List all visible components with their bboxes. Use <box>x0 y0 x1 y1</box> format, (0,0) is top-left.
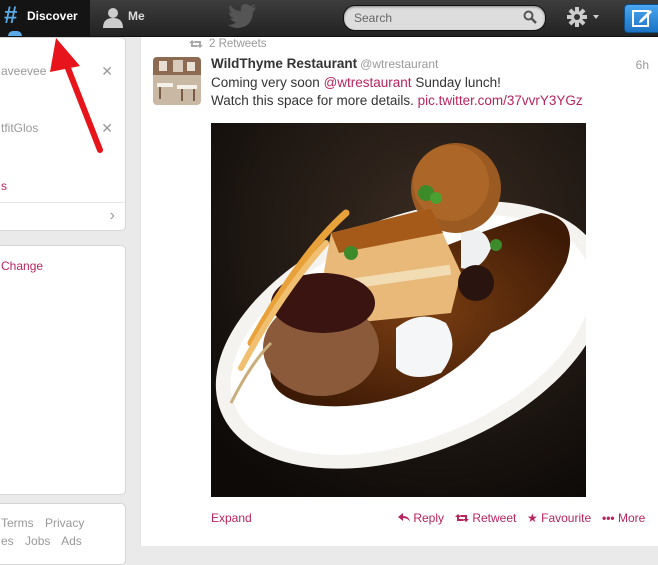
tweet-text-part: Coming very soon <box>211 75 324 90</box>
divider <box>0 202 125 203</box>
chevron-right-icon[interactable]: › <box>110 207 115 225</box>
tweet-timestamp[interactable]: 6h <box>636 58 649 72</box>
retweet-count[interactable]: 2 Retweets <box>209 38 267 50</box>
gear-icon[interactable] <box>566 6 602 28</box>
footer-card: Terms Privacy es Jobs Ads <box>0 503 126 565</box>
retweet-context: 2 Retweets <box>189 38 267 50</box>
tweet-stream: 2 Retweets WildThyme Restaurant @wtrestau… <box>140 37 658 546</box>
restaurant-interior-image <box>153 57 201 105</box>
reply-button[interactable]: Reply <box>398 511 444 525</box>
expand-link[interactable]: Expand <box>211 511 252 525</box>
footer-row: Terms Privacy <box>1 516 92 530</box>
pic-link[interactable]: pic.twitter.com/37vvrY3YGz <box>418 93 583 108</box>
more-label: More <box>617 511 646 525</box>
retweet-button[interactable]: Retweet <box>455 511 516 525</box>
tweet-photo[interactable] <box>211 123 586 497</box>
favourite-button[interactable]: ★ Favourite <box>527 511 591 525</box>
compose-button[interactable] <box>624 4 658 33</box>
tweet-text-part: Sunday lunch! <box>411 75 501 90</box>
tweet-actions: Expand Reply Retweet ★ Favourite ••• Mor… <box>211 511 649 529</box>
footer-link-terms[interactable]: Terms <box>1 516 34 530</box>
search-input[interactable] <box>354 10 514 26</box>
author-handle[interactable]: @wtrestaurant <box>360 57 438 71</box>
mention-link[interactable]: @wtrestaurant <box>324 75 412 90</box>
search-icon[interactable] <box>523 10 537 24</box>
tweet-text: Coming very soon @wtrestaurant Sunday lu… <box>211 74 651 110</box>
change-link[interactable]: Change <box>1 259 43 273</box>
more-dots-icon: ••• <box>602 511 615 525</box>
tweet-header: WildThyme Restaurant @wtrestaurant <box>211 56 438 71</box>
retweet-icon <box>189 39 203 48</box>
favourite-label: Favourite <box>541 511 592 525</box>
star-icon: ★ <box>527 511 538 525</box>
reply-icon <box>398 513 410 522</box>
author-fullname[interactable]: WildThyme Restaurant <box>211 56 357 71</box>
avatar[interactable] <box>153 57 201 105</box>
retweet-icon <box>455 514 469 522</box>
search-box[interactable] <box>343 5 546 31</box>
trends-card: Change <box>0 245 126 495</box>
annotation-arrow <box>50 38 103 153</box>
footer-link-privacy[interactable]: Privacy <box>45 516 84 530</box>
twitter-bird-icon[interactable] <box>228 3 258 29</box>
food-plate-image <box>211 123 586 497</box>
more-button[interactable]: ••• More <box>602 511 645 525</box>
nav-me-label: Me <box>128 9 145 23</box>
tweet-text-part: Watch this space for more details. <box>211 93 418 108</box>
find-friends-link[interactable]: s <box>1 179 7 193</box>
reply-label: Reply <box>413 511 445 525</box>
compose-icon <box>632 10 652 27</box>
retweet-label: Retweet <box>472 511 517 525</box>
